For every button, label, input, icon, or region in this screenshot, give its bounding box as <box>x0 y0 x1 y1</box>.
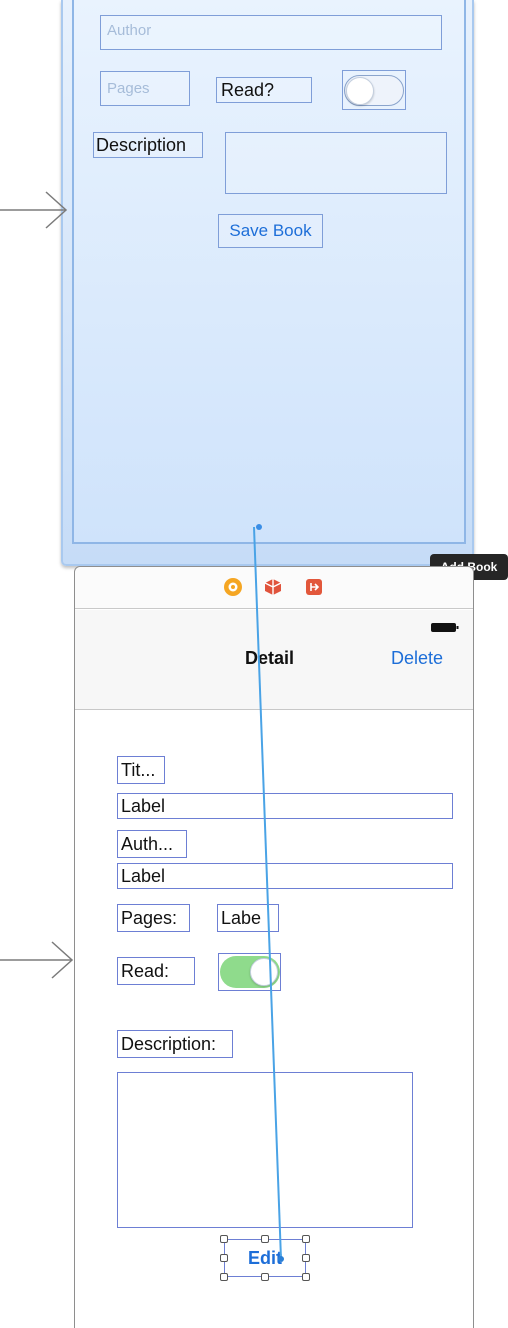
segue-connection-line <box>253 526 284 1262</box>
